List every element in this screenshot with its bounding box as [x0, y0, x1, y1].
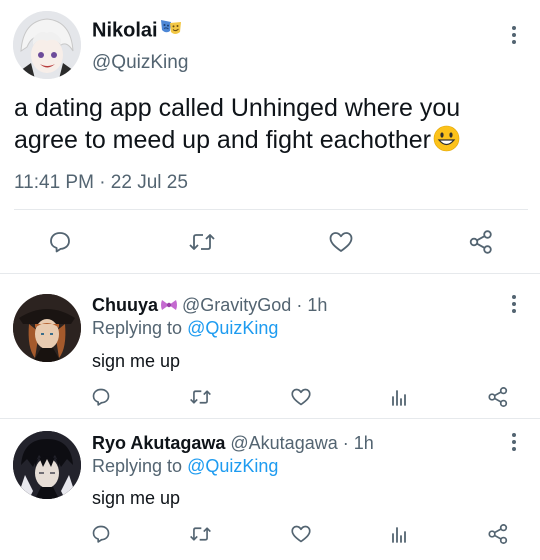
reply-icon[interactable]	[90, 523, 112, 545]
replying-to-link[interactable]: @QuizKing	[187, 456, 278, 476]
retweet-icon[interactable]	[188, 386, 212, 408]
main-display-name[interactable]: Nikolai	[92, 18, 182, 44]
reply-display-name[interactable]: Chuuya	[92, 295, 158, 315]
reply-tweet: Chuuya @GravityGod · 1h Replying to @Qui…	[0, 274, 540, 418]
reply-icon[interactable]	[90, 386, 112, 408]
reply-display-name[interactable]: Ryo Akutagawa	[92, 433, 225, 453]
reply-tweet: Ryo Akutagawa @Akutagawa · 1h Replying t…	[0, 419, 540, 560]
reply-text: sign me up	[92, 488, 181, 508]
more-icon[interactable]	[504, 292, 524, 316]
grinning-face-emoji	[433, 125, 460, 160]
display-name-text: Nikolai	[92, 19, 158, 42]
replying-prefix: Replying to	[92, 456, 183, 476]
more-icon[interactable]	[504, 23, 524, 47]
theater-masks-emoji	[160, 18, 182, 44]
reply-text: sign me up	[92, 351, 181, 371]
views-icon[interactable]	[388, 523, 410, 545]
retweet-icon[interactable]	[187, 229, 217, 255]
tweet-timestamp[interactable]: 11:41 PM · 22 Jul 25	[14, 172, 188, 194]
like-icon[interactable]	[289, 386, 313, 408]
share-icon[interactable]	[486, 522, 510, 546]
replying-to-link[interactable]: @QuizKing	[187, 318, 278, 338]
chuuya-avatar[interactable]	[13, 294, 81, 362]
reply-handle[interactable]: @Akutagawa	[230, 433, 337, 453]
tweet-text-content: a dating app called Unhinged where you a…	[14, 94, 461, 154]
views-icon[interactable]	[388, 386, 410, 408]
tweet-text: a dating app called Unhinged where you a…	[14, 92, 529, 160]
like-icon[interactable]	[289, 523, 313, 545]
reply-time[interactable]: · 1h	[343, 433, 374, 453]
reply-header: Ryo Akutagawa @Akutagawa · 1h	[92, 432, 374, 454]
more-icon[interactable]	[504, 430, 524, 454]
bow-emoji	[160, 295, 178, 317]
share-icon[interactable]	[486, 385, 510, 409]
reply-header: Chuuya @GravityGod · 1h	[92, 294, 327, 317]
replying-to: Replying to @QuizKing	[92, 318, 278, 339]
like-icon[interactable]	[326, 229, 356, 255]
reply-handle[interactable]: @GravityGod	[182, 295, 291, 315]
ryo-avatar[interactable]	[13, 431, 81, 499]
retweet-icon[interactable]	[188, 523, 212, 545]
divider	[14, 209, 528, 210]
replying-to: Replying to @QuizKing	[92, 456, 278, 477]
main-tweet: Nikolai @QuizKing a dating app called Un…	[0, 0, 540, 273]
reply-icon[interactable]	[46, 229, 74, 255]
reply-time[interactable]: · 1h	[296, 295, 327, 315]
main-handle[interactable]: @QuizKing	[92, 52, 188, 74]
share-icon[interactable]	[467, 228, 495, 256]
replying-prefix: Replying to	[92, 318, 183, 338]
nikolai-avatar[interactable]	[13, 11, 81, 79]
